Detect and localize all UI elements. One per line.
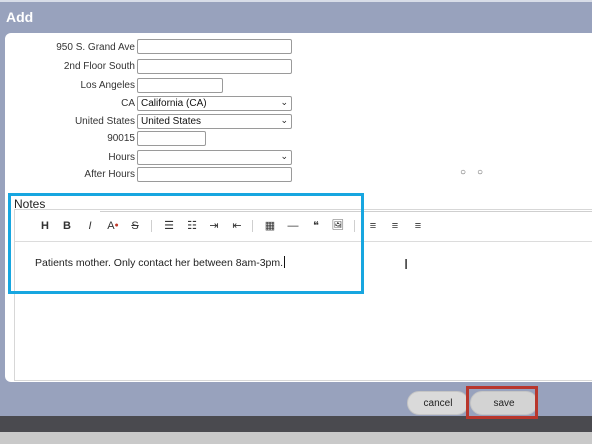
text-color-icon[interactable]: A● [106,219,120,233]
dot-indicator: ○ [460,167,467,178]
row-label-hours: Hours [108,152,135,163]
row-label-country: United States [74,116,135,127]
heading-icon[interactable]: H [38,219,52,233]
row-label-after-hours: After Hours [84,169,135,180]
address-line1-field[interactable] [137,39,292,54]
text-caret [284,256,286,268]
row-label-city: Los Angeles [80,80,136,91]
numbered-list-icon[interactable]: ☷ [185,219,199,233]
quote-icon[interactable]: ❝ [309,219,323,233]
align-left-icon[interactable]: ≡ [366,219,380,233]
text-color-glyph: A [107,220,115,232]
row-label-zip: 90015 [107,133,135,144]
bottom-bar [0,432,592,444]
top-divider [0,0,592,2]
notes-editor[interactable]: H B I A● S ☰ ☷ ⇥ ⇤ ▦ — ❝ 🖼 ≡ ≡ ≡ Patient… [14,209,592,381]
row-label-state: CA [121,98,135,109]
chevron-down-icon: ⌄ [280,97,288,107]
state-select[interactable]: California (CA) ⌄ [137,96,292,111]
bullet-list-icon[interactable]: ☰ [162,219,176,233]
country-select[interactable]: United States ⌄ [137,114,292,129]
italic-icon[interactable]: I [83,219,97,233]
cancel-button[interactable]: cancel [407,391,469,415]
chevron-down-icon: ⌄ [280,151,288,161]
dialog-content: 950 S. Grand Ave 2nd Floor South Los Ang… [5,33,592,382]
add-dialog: Add 950 S. Grand Ave 2nd Floor South Los… [0,0,592,419]
row-label-address1: 950 S. Grand Ave [56,42,135,53]
editor-toolbar: H B I A● S ☰ ☷ ⇥ ⇤ ▦ — ❝ 🖼 ≡ ≡ ≡ [15,210,592,242]
dialog-title: Add [6,9,34,25]
city-field[interactable] [137,78,223,93]
toolbar-separator [151,220,152,232]
country-select-value: United States [141,116,202,127]
dot-indicator: ○ [477,167,484,178]
bold-icon[interactable]: B [60,219,74,233]
outdent-icon[interactable]: ⇤ [230,219,244,233]
indent-icon[interactable]: ⇥ [207,219,221,233]
address-line2-field[interactable] [137,59,292,74]
strikethrough-icon[interactable]: S [128,219,142,233]
hours-select[interactable]: ⌄ [137,150,292,165]
row-label-address2: 2nd Floor South [63,61,135,72]
chevron-down-icon: ⌄ [280,115,288,125]
after-hours-field[interactable] [137,167,292,182]
zip-field[interactable] [137,131,206,146]
notes-text: Patients mother. Only contact her betwee… [35,257,284,269]
toolbar-separator [252,220,253,232]
image-icon[interactable]: 🖼 [331,219,345,233]
table-icon[interactable]: ▦ [263,219,277,233]
align-center-icon[interactable]: ≡ [388,219,402,233]
horizontal-rule-icon[interactable]: — [286,219,300,233]
state-select-value: California (CA) [141,98,207,109]
toolbar-separator [354,220,355,232]
save-highlight-frame [466,386,538,419]
align-right-icon[interactable]: ≡ [411,219,425,233]
notes-editor-content[interactable]: Patients mother. Only contact her betwee… [35,256,286,269]
text-cursor-icon: I [404,256,409,273]
